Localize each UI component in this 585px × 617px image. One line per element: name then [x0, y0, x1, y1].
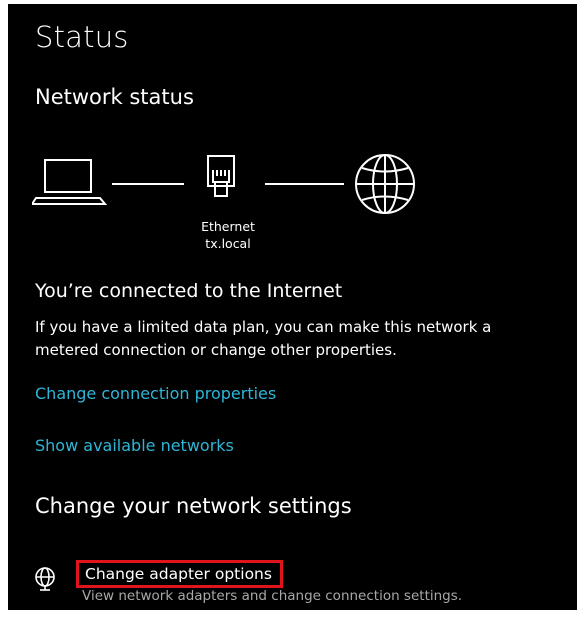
change-network-settings-heading: Change your network settings: [35, 494, 352, 518]
globe-icon: [355, 154, 415, 214]
network-domain: tx.local: [205, 236, 251, 251]
change-connection-properties-link[interactable]: Change connection properties: [35, 384, 276, 403]
network-status-heading: Network status: [35, 85, 194, 109]
laptop-icon: [32, 159, 108, 205]
change-adapter-options-label[interactable]: Change adapter options: [76, 560, 283, 588]
change-adapter-options-item[interactable]: Change adapter options View network adap…: [32, 560, 552, 610]
show-available-networks-link[interactable]: Show available networks: [35, 436, 234, 455]
adapter-globe-icon: [35, 567, 55, 591]
connection-status-description: If you have a limited data plan, you can…: [35, 318, 492, 359]
page-title: Status: [35, 20, 129, 54]
connection-status-title: You’re connected to the Internet: [35, 280, 343, 302]
ethernet-icon: [207, 155, 235, 197]
adapter-name: Ethernet: [201, 219, 255, 234]
settings-panel: Status Network status Ethernet tx.local …: [8, 4, 577, 610]
change-adapter-options-description: View network adapters and change connect…: [82, 588, 463, 604]
ethernet-label: Ethernet tx.local: [188, 218, 268, 252]
